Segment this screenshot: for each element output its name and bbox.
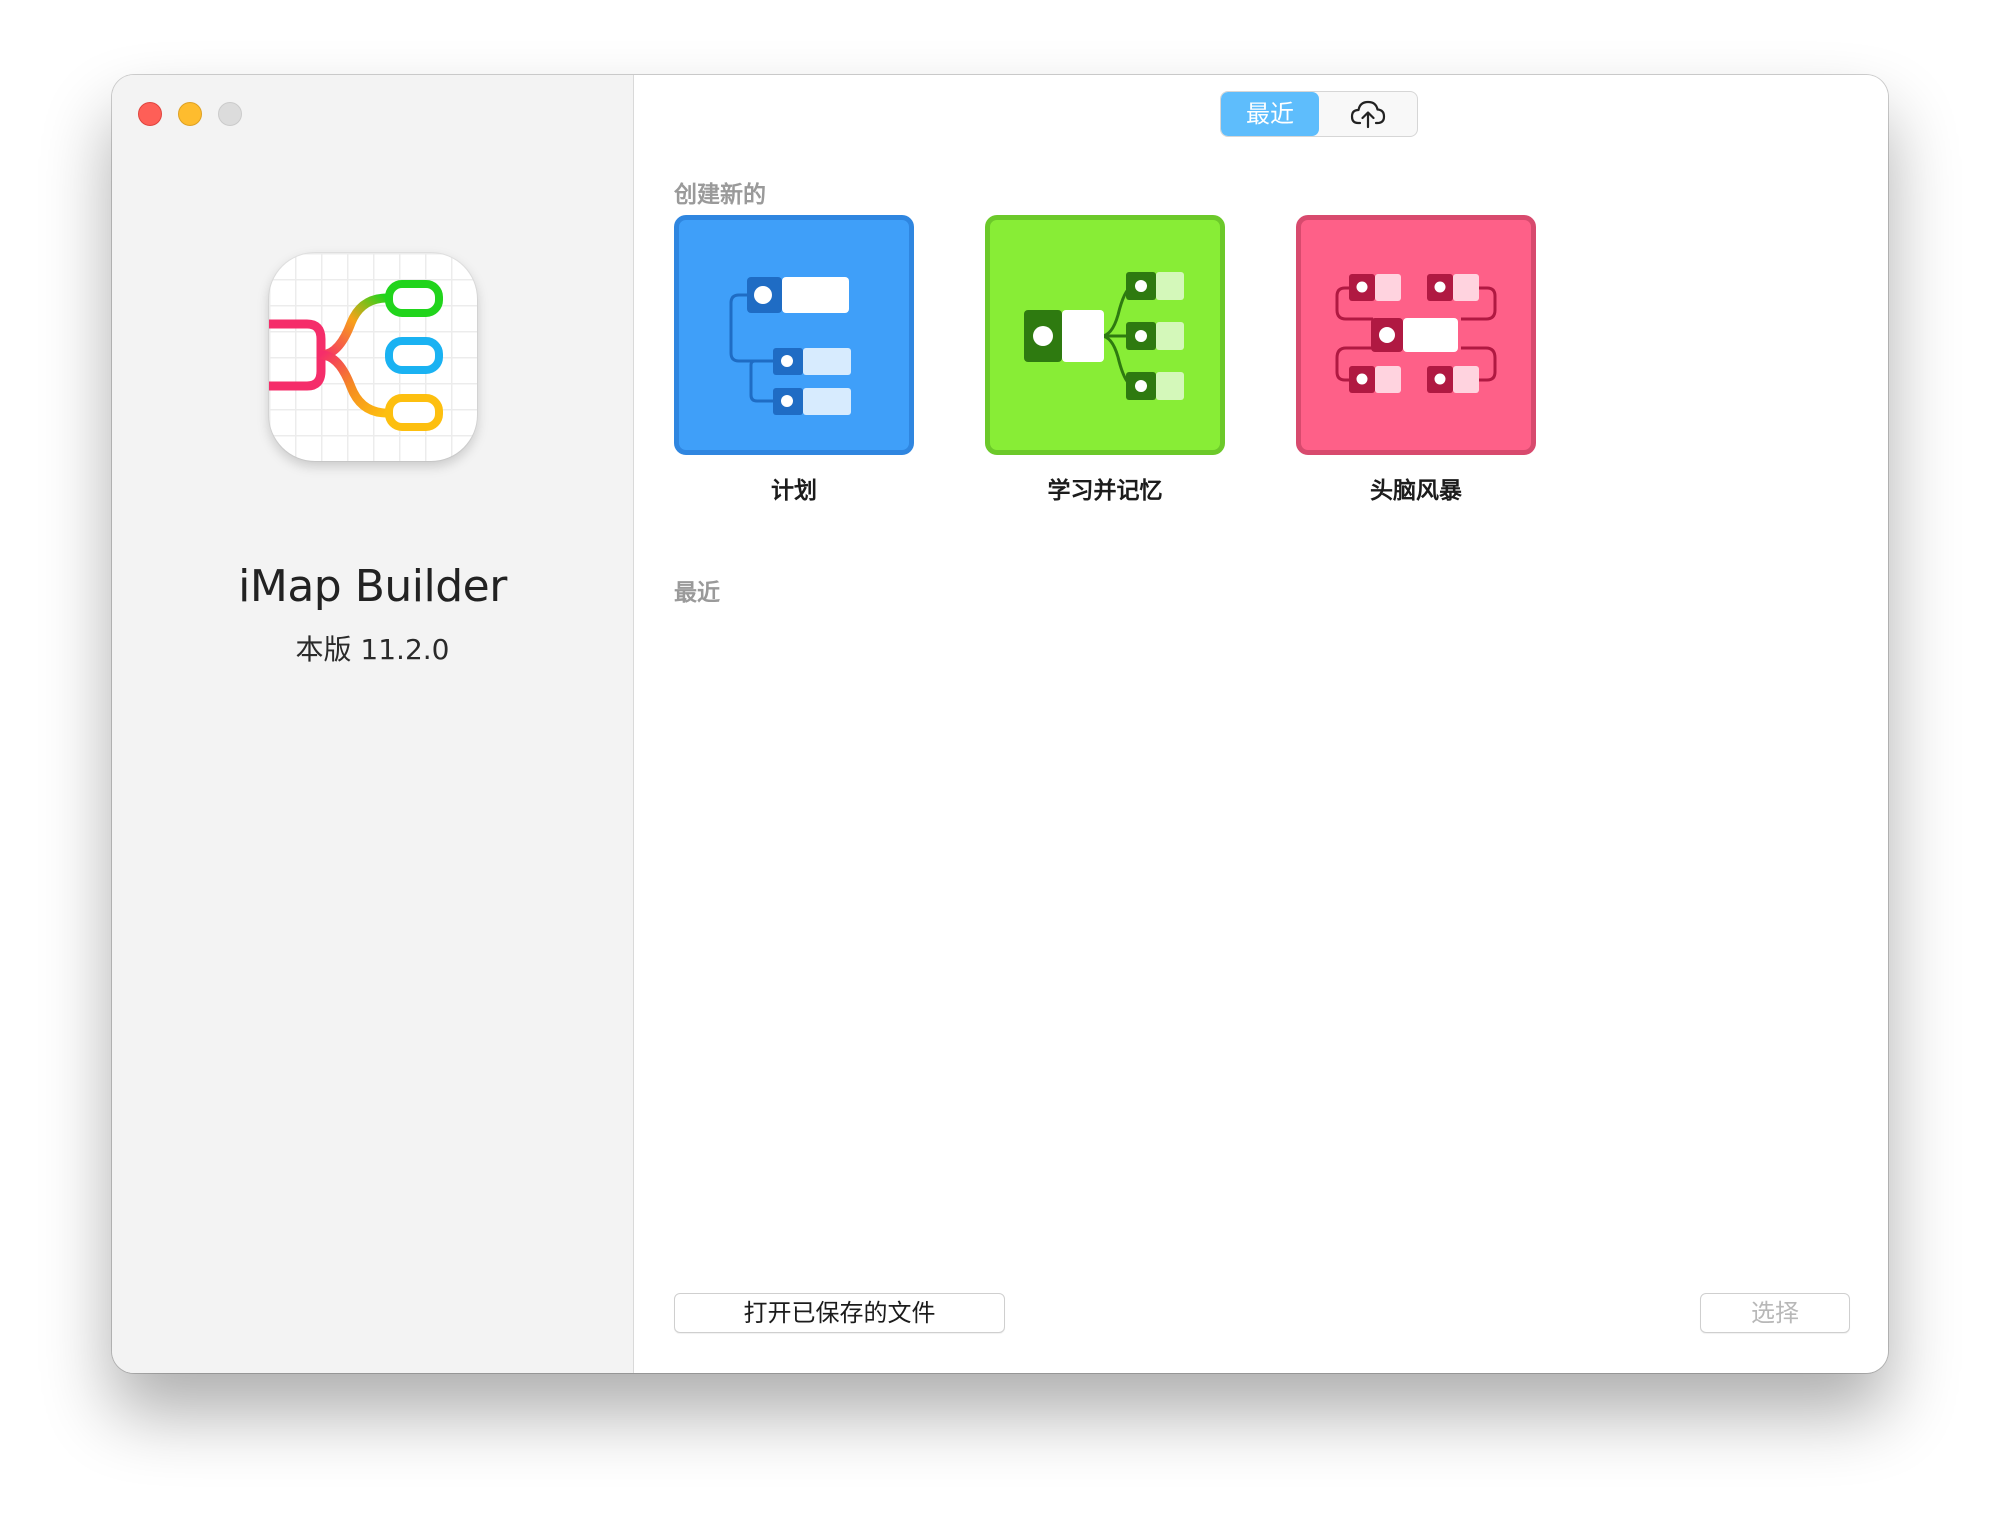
main-panel: 最近 创建新的 计划 学习并记忆 头脑风暴 最近 打开已保存的文件 选择 — [634, 75, 1888, 1373]
select-button[interactable]: 选择 — [1700, 1293, 1850, 1333]
recent-section-title: 最近 — [674, 580, 720, 606]
create-section-title: 创建新的 — [674, 182, 766, 208]
app-version: 本版 11.2.0 — [295, 633, 450, 666]
open-saved-file-button[interactable]: 打开已保存的文件 — [674, 1293, 1005, 1333]
view-segmented-control: 最近 — [1220, 91, 1418, 137]
learn-diagram-icon — [1024, 272, 1184, 400]
close-window-button[interactable] — [138, 102, 162, 126]
template-plan-label: 计划 — [771, 478, 817, 504]
template-plan[interactable]: 计划 — [674, 215, 914, 505]
template-learn[interactable]: 学习并记忆 — [985, 215, 1225, 505]
recent-files-list — [674, 615, 1864, 1255]
template-brainstorm[interactable]: 头脑风暴 — [1296, 215, 1536, 505]
brainstorm-diagram-icon — [1335, 274, 1497, 393]
tab-recent[interactable]: 最近 — [1221, 92, 1319, 136]
template-learn-label: 学习并记忆 — [1047, 478, 1163, 504]
brainstorm-thumbnail[interactable] — [1296, 215, 1536, 455]
app-logo-icon — [269, 253, 477, 461]
plan-diagram-icon — [729, 277, 851, 415]
zoom-window-button[interactable] — [218, 102, 242, 126]
app-window: iMap Builder 本版 11.2.0 最近 创建新的 计划 学习并记忆 … — [112, 75, 1888, 1373]
app-name: iMap Builder — [238, 561, 507, 612]
minimize-window-button[interactable] — [178, 102, 202, 126]
sidebar: iMap Builder 本版 11.2.0 — [112, 75, 634, 1373]
tab-cloud[interactable] — [1319, 92, 1417, 136]
template-brainstorm-label: 头脑风暴 — [1370, 478, 1462, 504]
learn-thumbnail[interactable] — [985, 215, 1225, 455]
cloud-upload-icon — [1350, 100, 1386, 129]
plan-thumbnail[interactable] — [674, 215, 914, 455]
